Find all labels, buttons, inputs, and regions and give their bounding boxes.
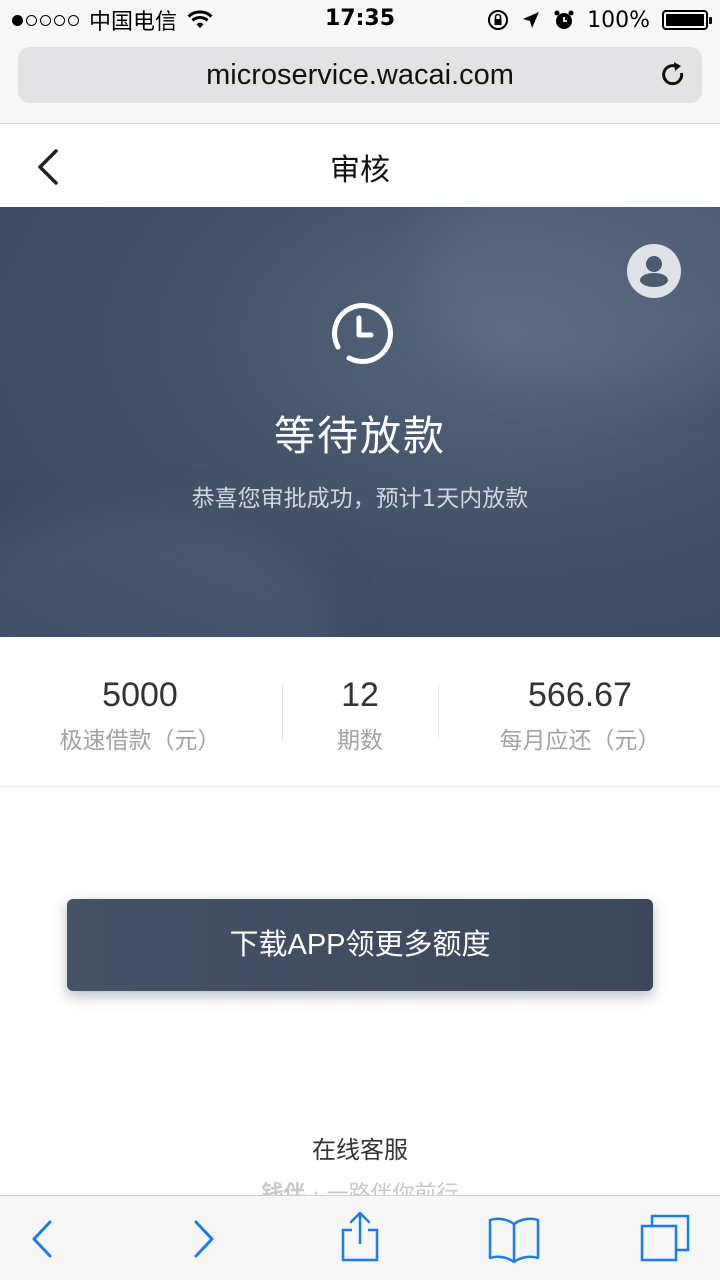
status-right: 100%: [487, 6, 712, 34]
battery-icon: [662, 10, 712, 30]
loan-summary: 5000 极速借款（元） 12 期数 566.67 每月应还（元）: [0, 637, 720, 787]
status-hero: 等待放款 恭喜您审批成功，预计1天内放款: [0, 207, 720, 637]
online-service-link[interactable]: 在线客服: [0, 1130, 720, 1165]
stat-divider: [282, 685, 283, 740]
bookmarks-icon[interactable]: [486, 1214, 542, 1264]
loan-amount-label: 极速借款（元）: [59, 728, 221, 754]
installments-stat: 12 期数: [290, 675, 430, 755]
hero-background-blur: [0, 507, 340, 637]
loan-status-subtitle: 恭喜您审批成功，预计1天内放款: [191, 486, 529, 512]
loan-amount-value: 5000: [102, 676, 178, 714]
status-bar: 中国电信 17:35 100%: [0, 0, 720, 40]
loan-status-title: 等待放款: [274, 412, 446, 460]
installments-label: 期数: [337, 728, 383, 754]
orientation-lock-icon: [488, 10, 509, 30]
loan-amount-stat: 5000 极速借款（元）: [30, 675, 250, 755]
monthly-payment-label: 每月应还（元）: [499, 728, 661, 754]
alarm-icon: [554, 10, 574, 29]
page-nav-bar: 审核: [0, 125, 720, 207]
clock-icon: [332, 303, 393, 364]
browser-back-icon[interactable]: [18, 1216, 68, 1262]
stat-divider: [438, 685, 439, 740]
page-title: 审核: [330, 153, 390, 188]
monthly-payment-value: 566.67: [528, 676, 632, 714]
battery-percent: 100%: [587, 7, 650, 33]
reload-icon[interactable]: [658, 60, 688, 90]
battery-level: [666, 14, 704, 26]
installments-value: 12: [341, 676, 379, 714]
url-text[interactable]: microservice.wacai.com: [18, 59, 702, 92]
location-arrow-icon: [523, 12, 540, 28]
address-bar[interactable]: microservice.wacai.com: [18, 47, 702, 103]
download-app-button[interactable]: 下载APP领更多额度: [67, 899, 653, 991]
browser-forward-icon[interactable]: [178, 1216, 228, 1262]
browser-toolbar: [0, 1195, 720, 1280]
tabs-icon[interactable]: [638, 1212, 692, 1264]
share-icon[interactable]: [335, 1210, 385, 1262]
browser-address-area: microservice.wacai.com: [0, 40, 720, 124]
hero-background-blur: [420, 207, 720, 387]
user-avatar-icon[interactable]: [627, 244, 681, 298]
monthly-payment-stat: 566.67 每月应还（元）: [470, 675, 690, 755]
